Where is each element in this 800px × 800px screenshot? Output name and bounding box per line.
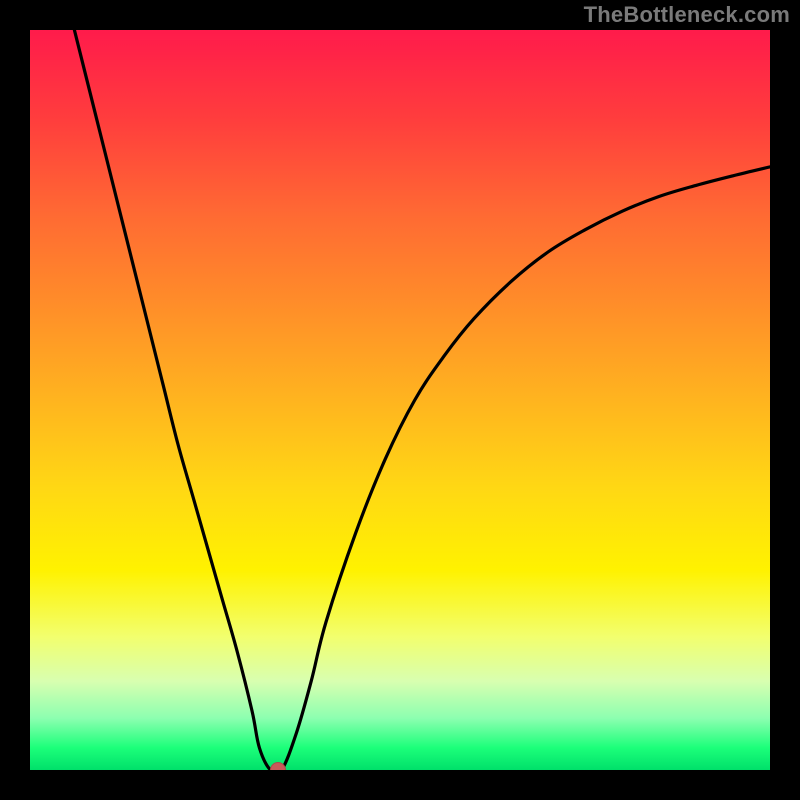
plot-area xyxy=(30,30,770,770)
watermark-text: TheBottleneck.com xyxy=(584,2,790,28)
chart-frame: TheBottleneck.com xyxy=(0,0,800,800)
bottleneck-curve xyxy=(30,30,770,770)
curve-line xyxy=(74,30,770,770)
